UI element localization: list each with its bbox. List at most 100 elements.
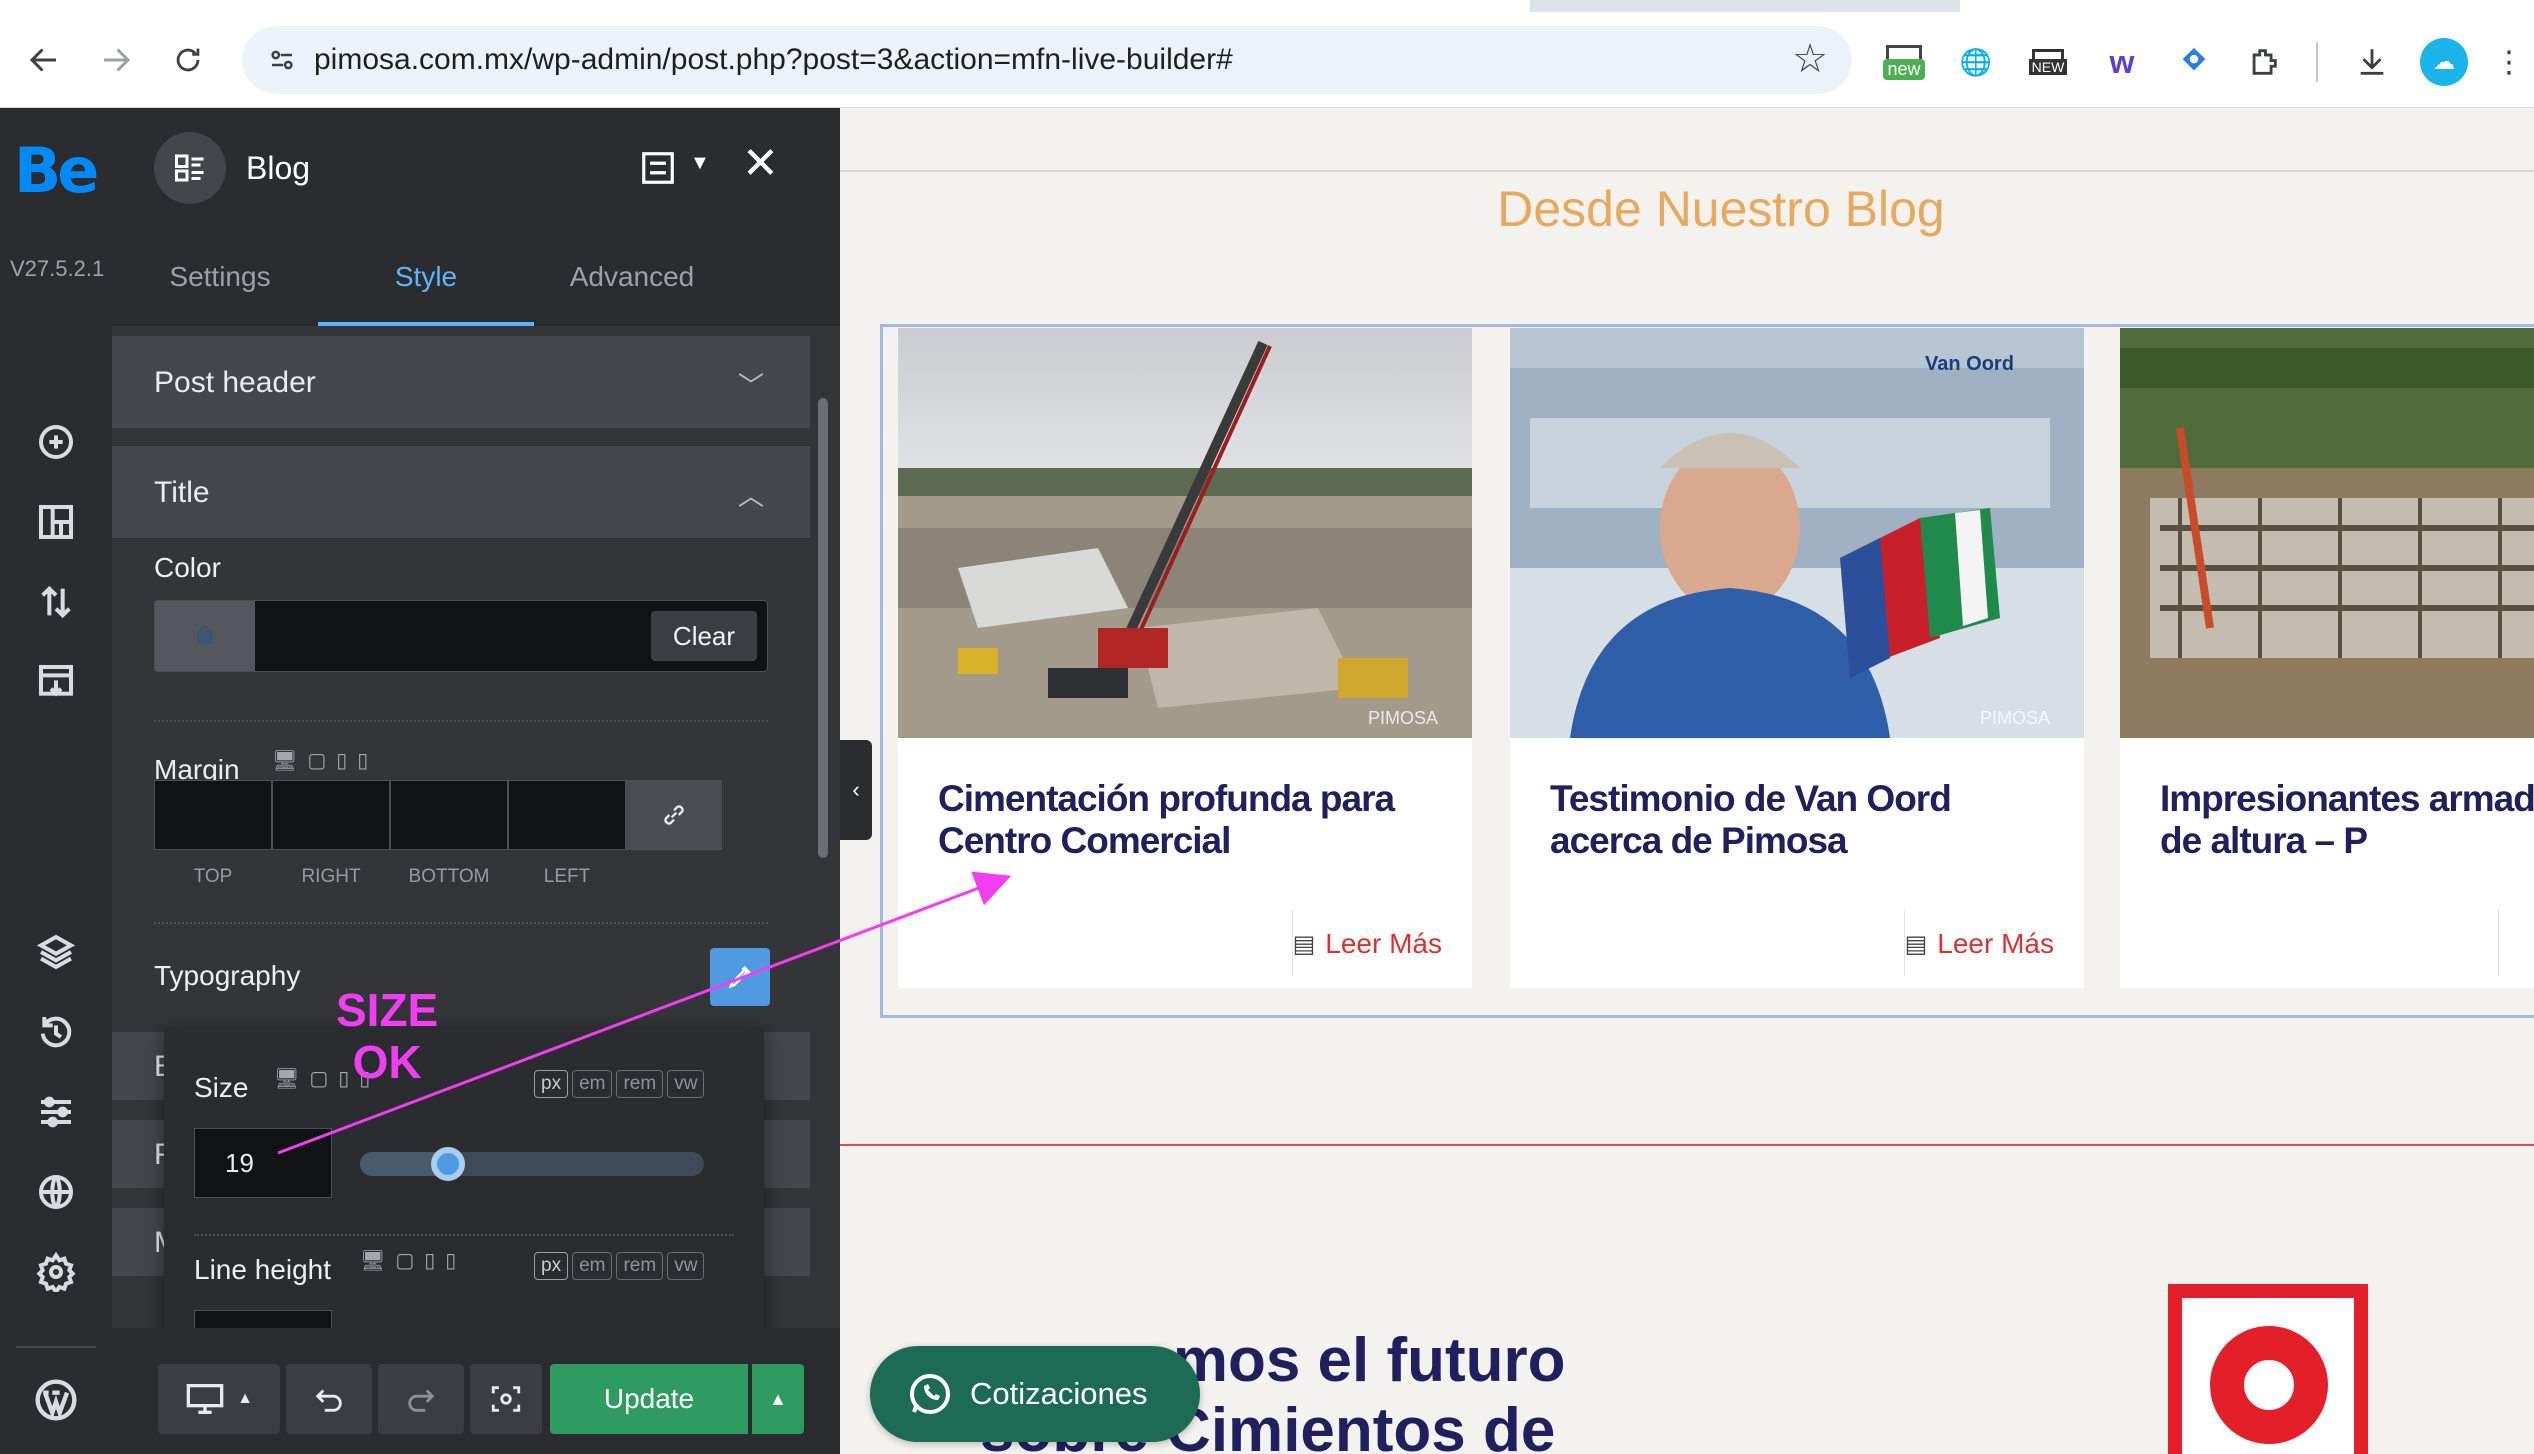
undo-icon[interactable] [286, 1364, 372, 1434]
post-title[interactable]: Cimentación profunda para Centro Comerci… [938, 778, 1438, 862]
reload-icon[interactable] [160, 32, 216, 88]
layers-icon[interactable] [28, 924, 84, 980]
clear-color-button[interactable]: Clear [651, 611, 757, 661]
element-options-panel: Blog ▼ ✕ Settings Style Advanced Post he… [112, 108, 840, 1454]
inactive-tab[interactable] [1960, 0, 2534, 12]
responsive-device-icons[interactable]: 🖥▢▯▯ [272, 748, 378, 773]
read-more-label: Leer Más [1937, 928, 2054, 959]
forward-arrow-icon[interactable] [88, 32, 144, 88]
shield-extension-icon[interactable] [2170, 38, 2218, 86]
margin-side-label: BOTTOM [408, 866, 490, 887]
document-icon: ▤ [1904, 930, 1928, 958]
betheme-logo[interactable]: Be [14, 134, 99, 207]
profile-avatar-icon[interactable]: ☁ [2420, 38, 2468, 86]
size-slider-handle[interactable] [430, 1147, 465, 1181]
download-icon[interactable] [2348, 38, 2396, 86]
sort-arrows-icon[interactable] [28, 574, 84, 630]
post-image[interactable] [2120, 328, 2534, 738]
annotation-line: SIZE [336, 984, 439, 1036]
read-more-link[interactable]: ▤ Leer Más [1905, 928, 2054, 960]
popover-divider [194, 1234, 734, 1236]
post-image[interactable]: Van Oord PIMOSA [1510, 328, 2084, 738]
unit-em[interactable]: em [572, 1252, 613, 1280]
redo-icon[interactable] [378, 1364, 464, 1434]
field-divider [154, 720, 768, 722]
active-tab[interactable] [0, 0, 1530, 12]
gear-icon[interactable] [28, 1244, 84, 1300]
url-text[interactable]: pimosa.com.mx/wp-admin/post.php?post=3&a… [314, 43, 1233, 77]
color-swatch[interactable] [155, 601, 255, 671]
typography-edit-button[interactable] [710, 948, 770, 1006]
unit-px[interactable]: px [534, 1070, 569, 1098]
read-more-link[interactable]: ▤ Leer Más [1293, 928, 1442, 960]
templates-icon[interactable] [28, 654, 84, 710]
pimosa-watermark: PIMOSA [1980, 708, 2050, 728]
wordpress-icon[interactable] [28, 1372, 84, 1428]
puzzle-extensions-icon[interactable] [2240, 38, 2288, 86]
preview-eye-icon[interactable] [470, 1364, 542, 1434]
menu-kebab-icon[interactable]: ⋮ [2494, 38, 2524, 86]
post-image[interactable]: PIMOSA [898, 328, 1472, 738]
color-field[interactable]: Clear [154, 600, 768, 672]
unit-rem[interactable]: rem [616, 1070, 664, 1098]
update-button[interactable]: Update [550, 1364, 748, 1434]
address-bar[interactable]: pimosa.com.mx/wp-admin/post.php?post=3&a… [242, 26, 1852, 94]
section-divider-red [840, 1144, 2534, 1146]
tab-settings[interactable]: Settings [112, 228, 328, 326]
toolbar-divider [2316, 42, 2318, 82]
unit-vw[interactable]: vw [667, 1070, 705, 1098]
unit-rem[interactable]: rem [616, 1252, 664, 1280]
sections-icon[interactable] [28, 494, 84, 550]
history-icon[interactable] [28, 1004, 84, 1060]
w-extension-icon[interactable]: w [2098, 38, 2146, 86]
margin-bottom-input[interactable] [390, 780, 508, 850]
blog-section-heading: Desde Nuestro Blog [1497, 181, 1945, 237]
margin-top-input[interactable] [154, 780, 272, 850]
bookmark-star-icon[interactable]: ☆ [1792, 36, 1828, 82]
settings-sliders-icon[interactable] [28, 1084, 84, 1140]
responsive-device-icons[interactable]: 🖥▢▯▯ [360, 1248, 466, 1273]
site-settings-icon[interactable] [260, 38, 304, 82]
blog-post-card[interactable]: Impresionantes armad 38 metros de altura… [2120, 328, 2534, 988]
typography-label: Typography [154, 960, 301, 991]
blog-post-card[interactable]: PIMOSA Cimentación profunda para Centro … [898, 328, 1472, 988]
device-preview-button[interactable]: ▲ [158, 1364, 280, 1434]
title-section[interactable]: Title ︿ [112, 446, 810, 538]
tab-style[interactable]: Style [318, 228, 534, 326]
panel-header: Blog ▼ ✕ [112, 108, 840, 228]
element-tools-icon[interactable] [634, 146, 682, 190]
post-header-section[interactable]: Post header ﹀ [112, 336, 810, 428]
margin-side-label: LEFT [543, 866, 591, 887]
post-title[interactable]: Testimonio de Van Oord acerca de Pimosa [1550, 778, 2050, 862]
panel-scrollbar[interactable] [818, 398, 828, 858]
globe-extension-icon[interactable]: 🌐 [1952, 38, 2000, 86]
document-icon: ▤ [1292, 930, 1316, 958]
extension-new2-icon[interactable]: NEW [2024, 38, 2072, 86]
line-height-units: px em rem vw [534, 1252, 705, 1280]
link-values-icon[interactable] [626, 780, 722, 850]
unit-vw[interactable]: vw [667, 1252, 705, 1280]
tools-caret-icon[interactable]: ▼ [690, 152, 710, 175]
card-divider [2498, 910, 2499, 976]
back-arrow-icon[interactable] [16, 32, 72, 88]
browser-toolbar: pimosa.com.mx/wp-admin/post.php?post=3&a… [0, 12, 2534, 108]
size-input[interactable]: 19 [194, 1128, 332, 1198]
collapse-panel-chevron-icon[interactable]: ‹ [840, 740, 872, 840]
margin-left-input[interactable] [508, 780, 626, 850]
tab-advanced[interactable]: Advanced [524, 228, 740, 326]
add-element-icon[interactable] [28, 414, 84, 470]
device-caret-icon: ▲ [237, 1390, 253, 1407]
section-label: Title [154, 476, 210, 509]
globe-icon[interactable] [28, 1164, 84, 1220]
line-height-label: Line height [194, 1254, 332, 1285]
van-oord-label: Van Oord [1925, 353, 2014, 375]
extension-new-icon[interactable]: new [1878, 38, 1930, 86]
blog-post-card[interactable]: Van Oord PIMOSA Testimonio de Van Oord a… [1510, 328, 2084, 988]
post-title[interactable]: Impresionantes armad 38 metros de altura… [2160, 778, 2534, 862]
update-options-caret-icon[interactable]: ▲ [752, 1364, 804, 1434]
unit-em[interactable]: em [572, 1070, 613, 1098]
unit-px[interactable]: px [534, 1252, 569, 1280]
whatsapp-quote-button[interactable]: Cotizaciones [870, 1346, 1200, 1442]
close-icon[interactable]: ✕ [742, 138, 779, 189]
margin-right-input[interactable] [272, 780, 390, 850]
